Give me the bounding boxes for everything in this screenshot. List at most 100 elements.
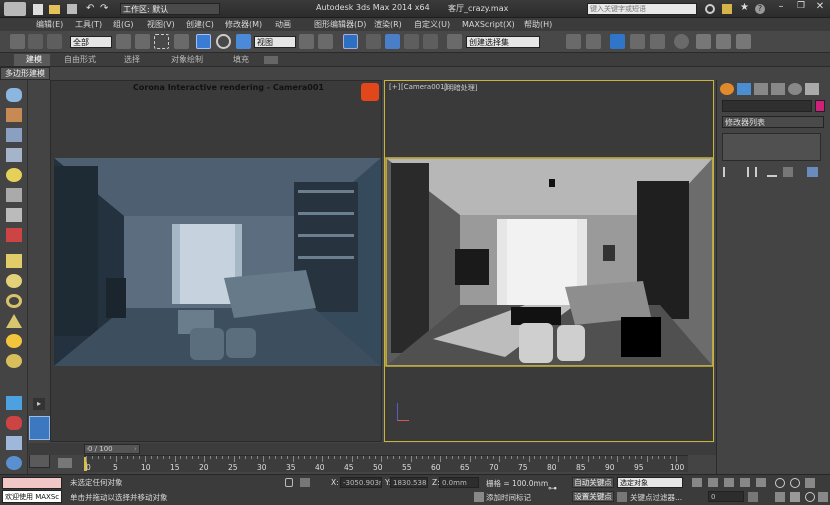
remove-modifier-icon[interactable]: [783, 167, 793, 177]
new-file-icon[interactable]: [33, 4, 43, 15]
track-bar[interactable]: 0 5 10 15 20 25 30 35 40 45 50 55 60 65 …: [84, 455, 688, 472]
key-filters-button[interactable]: 关键点过滤器...: [630, 492, 682, 503]
close-button[interactable]: ✕: [811, 1, 829, 15]
time-tag-icon[interactable]: [474, 492, 484, 502]
zoom-extents-icon[interactable]: [805, 478, 815, 488]
key-mode-icon[interactable]: ⊶: [548, 484, 566, 494]
box-icon[interactable]: [6, 108, 22, 122]
viewport-layout-single-button[interactable]: [29, 416, 50, 440]
menu-maxscript[interactable]: MAXScript(X): [462, 18, 515, 31]
curve-editor-icon[interactable]: [650, 34, 665, 49]
goto-end-icon[interactable]: [756, 478, 766, 487]
pin-icon[interactable]: [6, 396, 22, 410]
modify-tab-icon[interactable]: [737, 83, 751, 95]
modifier-list-dropdown[interactable]: 修改器列表: [722, 116, 824, 128]
select-manipulate-icon[interactable]: [318, 34, 333, 49]
next-frame-icon[interactable]: [740, 478, 750, 487]
undo-icon[interactable]: ↶: [86, 4, 97, 14]
undo-toolbar-icon[interactable]: [10, 34, 25, 49]
select-move-icon[interactable]: [196, 34, 211, 49]
globe-icon[interactable]: [6, 456, 22, 470]
x-coord-field[interactable]: -3050.903r: [340, 477, 382, 488]
track-bar-filter-icon[interactable]: [58, 458, 72, 468]
open-file-icon[interactable]: [49, 5, 60, 14]
menu-customize[interactable]: 自定义(U): [414, 18, 450, 31]
viewport-corona-render[interactable]: Corona Interactive rendering - Camera001: [50, 80, 382, 442]
help-icon[interactable]: ?: [755, 4, 765, 14]
ribbon-options-icon[interactable]: [264, 56, 278, 64]
select-object-icon[interactable]: [116, 34, 131, 49]
bind-space-warp-icon[interactable]: [47, 34, 62, 49]
maximize-viewport-icon[interactable]: [818, 492, 828, 502]
pan-icon[interactable]: [790, 492, 800, 502]
spinner-snap-icon[interactable]: [423, 34, 438, 49]
motion-tab-icon[interactable]: [771, 83, 785, 95]
utilities-tab-icon[interactable]: [805, 83, 819, 95]
viewport-camera-menu[interactable]: [Camera001]: [401, 83, 447, 91]
render-production-icon[interactable]: [736, 34, 751, 49]
lock-selection-icon[interactable]: [285, 478, 293, 487]
material-editor-icon[interactable]: [696, 34, 711, 49]
polygon-modeling-label[interactable]: 多边形建模: [0, 67, 50, 80]
link-icon[interactable]: [28, 34, 43, 49]
viewport-plus-menu[interactable]: [+]: [389, 83, 400, 91]
helper-icon[interactable]: [6, 208, 22, 222]
menu-help[interactable]: 帮助(H): [524, 18, 552, 31]
ribbon-tab-object-paint[interactable]: 对象绘制: [171, 54, 203, 66]
particles-icon[interactable]: [6, 228, 22, 242]
create-tab-icon[interactable]: [720, 83, 734, 95]
hierarchy-tab-icon[interactable]: [754, 83, 768, 95]
select-rotate-icon[interactable]: [216, 34, 231, 49]
camera-icon[interactable]: [6, 188, 22, 202]
layer-explorer-icon[interactable]: [610, 34, 625, 49]
reference-coordinate-dropdown[interactable]: 视图: [254, 36, 296, 48]
menu-rendering[interactable]: 渲染(R): [374, 18, 402, 31]
goto-start-icon[interactable]: [692, 478, 702, 487]
selected-objects-dropdown[interactable]: 选定对象: [617, 477, 683, 488]
torus-icon[interactable]: [6, 294, 22, 308]
teapot-icon[interactable]: [6, 88, 22, 102]
menu-group[interactable]: 组(G): [113, 18, 133, 31]
edit-named-selection-icon[interactable]: [447, 34, 462, 49]
maxscript-mini-listener[interactable]: 欢迎使用 MAXSc: [2, 490, 62, 503]
add-time-tag-button[interactable]: 添加时间标记: [486, 492, 531, 503]
plane-icon[interactable]: [6, 148, 22, 162]
set-key-button[interactable]: 设置关键点: [572, 491, 614, 502]
object-name-input[interactable]: [722, 100, 812, 112]
play-icon[interactable]: [724, 478, 734, 487]
menu-animation[interactable]: 动画: [275, 18, 291, 31]
render-setup-icon[interactable]: [716, 34, 731, 49]
search-icon[interactable]: [705, 4, 715, 14]
mirror-icon[interactable]: [566, 34, 581, 49]
minimize-button[interactable]: –: [772, 1, 790, 15]
menu-modifiers[interactable]: 修改器(M): [225, 18, 262, 31]
schematic-view-icon[interactable]: [674, 34, 689, 49]
communication-icon[interactable]: [722, 4, 732, 14]
menu-create[interactable]: 创建(C): [186, 18, 214, 31]
pill-icon[interactable]: [6, 416, 22, 430]
menu-edit[interactable]: 编辑(E): [36, 18, 63, 31]
auto-key-button[interactable]: 自动关键点: [572, 477, 614, 488]
key-filter-icon[interactable]: [617, 492, 627, 502]
object-yellow-box-icon[interactable]: [6, 254, 22, 268]
show-end-result-icon[interactable]: [747, 167, 757, 177]
menu-graph-editors[interactable]: 图形编辑器(D): [314, 18, 366, 31]
favorites-icon[interactable]: ★: [740, 2, 750, 14]
time-slider-next-icon[interactable]: ›: [134, 445, 137, 453]
object-color-swatch[interactable]: [815, 100, 825, 112]
cone-icon[interactable]: [6, 314, 22, 328]
align-icon[interactable]: [586, 34, 601, 49]
named-selection-dropdown[interactable]: 创建选择集: [466, 36, 540, 48]
fov-icon[interactable]: [775, 492, 785, 502]
keyboard-shortcut-icon[interactable]: [343, 34, 358, 49]
pin-stack-icon[interactable]: [723, 167, 733, 177]
maxscript-listener-pink[interactable]: [2, 477, 62, 489]
menu-views[interactable]: 视图(V): [147, 18, 175, 31]
app-logo-icon[interactable]: [4, 2, 26, 16]
make-unique-icon[interactable]: [767, 167, 777, 177]
display-tab-icon[interactable]: [788, 83, 802, 95]
select-by-name-icon[interactable]: [135, 34, 150, 49]
prev-frame-icon[interactable]: [708, 478, 718, 487]
configure-modifier-sets-icon[interactable]: [807, 167, 818, 177]
orbit-icon[interactable]: [805, 492, 815, 502]
